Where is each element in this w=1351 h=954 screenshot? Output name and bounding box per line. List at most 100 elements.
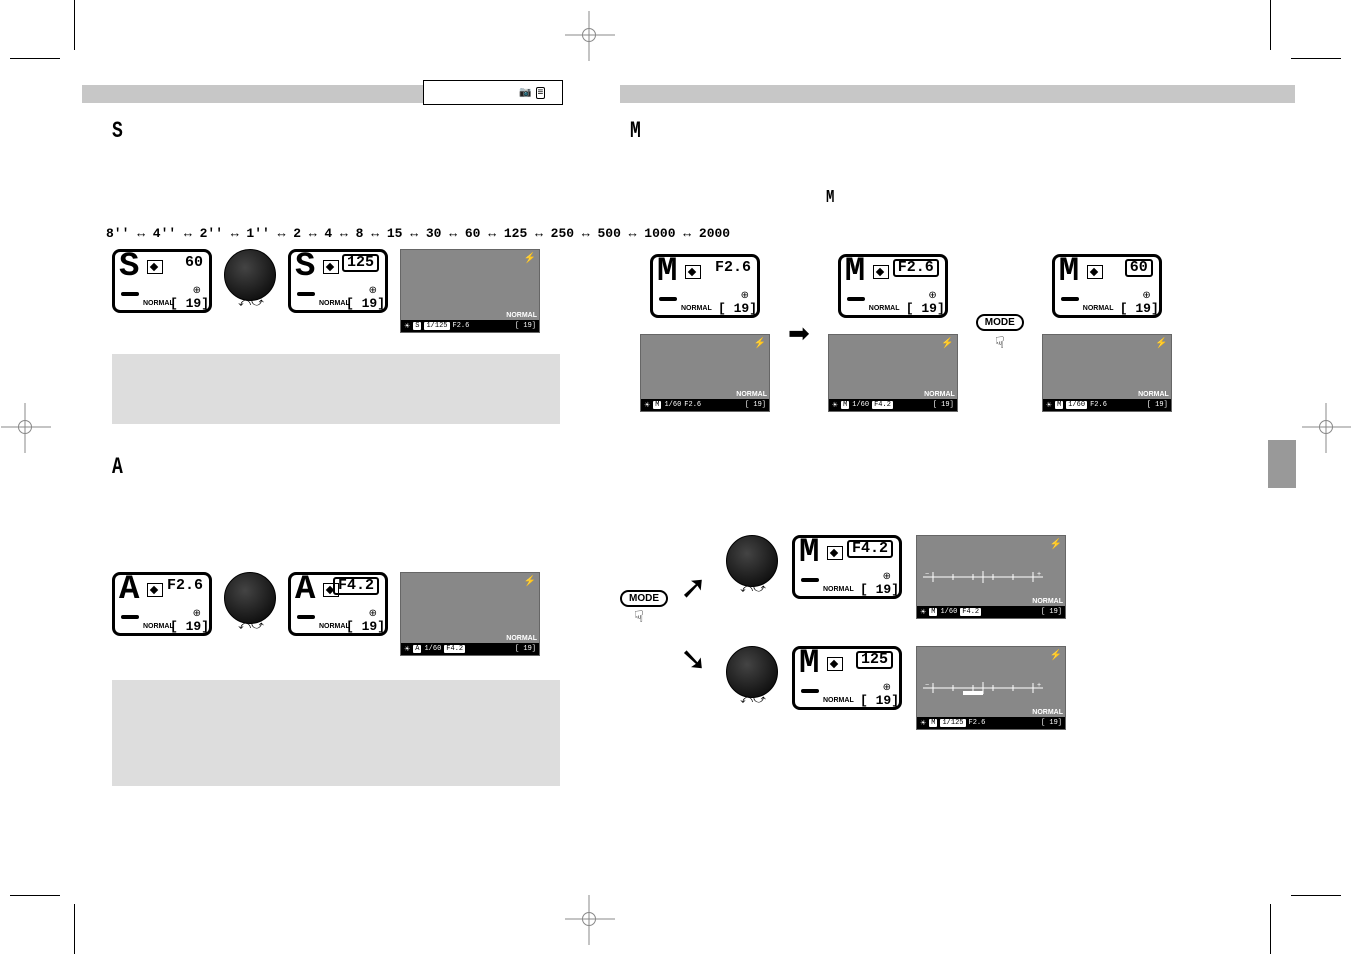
norm-label: NORMAL bbox=[506, 312, 537, 319]
af-icon bbox=[147, 260, 163, 274]
svg-text:+: + bbox=[1037, 571, 1041, 578]
m-letter: M bbox=[630, 119, 641, 145]
a-note bbox=[112, 680, 560, 786]
m-letter-inline: M bbox=[826, 190, 834, 206]
m-lcd-60: M 60 ⊕ NORMAL [ 19] bbox=[1052, 254, 1162, 318]
command-dial[interactable]: ⤺⤻ bbox=[224, 572, 276, 624]
lcd-mode: M bbox=[799, 534, 819, 572]
battery-icon bbox=[121, 292, 139, 296]
command-dial[interactable]: ⤺⤻ bbox=[726, 646, 778, 698]
lcd-count: [ 19] bbox=[718, 301, 757, 316]
selftimer-icon: ⊕ bbox=[193, 608, 201, 619]
mode-button[interactable]: MODE bbox=[976, 314, 1024, 331]
battery-icon bbox=[801, 578, 819, 582]
dial-col: ⤺⤻ bbox=[224, 572, 276, 624]
a-desc: In aperture-priority auto... bbox=[112, 482, 552, 562]
command-dial[interactable]: ⤺⤻ bbox=[726, 535, 778, 587]
flash-icon: ⚡ bbox=[941, 338, 953, 349]
lcd-count: [ 19] bbox=[860, 582, 899, 597]
s-monitor: ⚡ NORMAL ☀ S 1/125 F2.6 [ 19] bbox=[400, 249, 540, 333]
m-lcd-f26b: M F2.6 ⊕ NORMAL [ 19] bbox=[838, 254, 948, 318]
m-col-3: M 60 ⊕ NORMAL [ 19] ⚡ NORMAL ☀M 1/60F2.6… bbox=[1042, 254, 1172, 412]
svg-text:−: − bbox=[925, 571, 929, 578]
flash-icon: ⚡ bbox=[754, 338, 766, 349]
flash-icon: ⚡ bbox=[1155, 338, 1167, 349]
lcd-count: [ 19] bbox=[860, 693, 899, 708]
ev-scale: −+ bbox=[923, 680, 1043, 696]
norm-label: NORMAL bbox=[1032, 709, 1063, 716]
lcd-top: F4.2 bbox=[333, 577, 379, 595]
mode-stack: MODE ☟ bbox=[620, 590, 668, 627]
arrow-right-icon: ➡ bbox=[788, 318, 810, 349]
s-desc: In shutter-priority auto, you control sh… bbox=[112, 145, 552, 215]
svg-text:+: + bbox=[1037, 682, 1041, 689]
lcd-count: [ 19] bbox=[346, 296, 385, 311]
a-monitor: ⚡ NORMAL ☀ A 1/60 F4.2 [ 19] bbox=[400, 572, 540, 656]
s-lcd-2: S 125 ⊕ NORMAL [ 19] bbox=[288, 249, 388, 313]
lcd-normal: NORMAL bbox=[681, 305, 712, 312]
command-dial[interactable]: ⤺⤻ bbox=[224, 249, 276, 301]
s-letter: S bbox=[112, 119, 123, 145]
lcd-top: 60 bbox=[1125, 259, 1153, 277]
monitor-footer: ☀ A 1/60 F4.2 [ 19] bbox=[401, 643, 539, 655]
m-monitor-1: ⚡ NORMAL ☀M 1/60F2.6 [ 19] bbox=[640, 334, 770, 412]
lcd-top: F2.6 bbox=[715, 259, 751, 276]
selftimer-icon: ⊕ bbox=[741, 290, 749, 301]
lcd-mode: M bbox=[1059, 253, 1079, 291]
s-row: S 60 ⊕ NORMAL [ 19] ⤺⤻ S 125 ⊕ NORMAL [ … bbox=[112, 249, 540, 333]
battery-icon bbox=[1061, 297, 1079, 301]
battery-icon bbox=[297, 615, 315, 619]
lcd-mode: M bbox=[845, 253, 865, 291]
selftimer-icon: ⊕ bbox=[928, 290, 936, 301]
lcd-top: F2.6 bbox=[167, 577, 203, 594]
flash-icon: ⚡ bbox=[1050, 539, 1062, 550]
dial-col: ⤺⤻ bbox=[224, 249, 276, 301]
norm-label: NORMAL bbox=[1138, 391, 1169, 398]
battery-icon bbox=[121, 615, 139, 619]
arrow-upright-icon: ➚ bbox=[680, 568, 707, 606]
side-tab bbox=[1268, 440, 1296, 488]
monitor-footer: ☀M 1/60F4.2 [ 19] bbox=[917, 606, 1065, 618]
battery-icon bbox=[847, 297, 865, 301]
selftimer-icon: ⊕ bbox=[883, 682, 891, 693]
lcd-top: 125 bbox=[856, 651, 893, 669]
af-icon bbox=[827, 546, 843, 560]
a-letter: A bbox=[112, 455, 123, 481]
a-lcd-2: A F4.2 ⊕ NORMAL [ 19] bbox=[288, 572, 388, 636]
lcd-normal: NORMAL bbox=[869, 305, 900, 312]
lcd-mode: A bbox=[295, 571, 315, 609]
section-a-title: A Aperture-Priority Auto bbox=[112, 458, 252, 478]
m-branch-down: ⤺⤻ M 125 ⊕ NORMAL [ 19] ⚡ −+ bbox=[726, 646, 1066, 730]
flash-icon: ⚡ bbox=[1050, 650, 1062, 661]
selftimer-icon: ⊕ bbox=[369, 285, 377, 296]
mode-button[interactable]: MODE bbox=[620, 590, 668, 607]
selftimer-icon: ⊕ bbox=[369, 608, 377, 619]
af-icon bbox=[147, 583, 163, 597]
section-s-title: S Shutter-Priority Auto bbox=[112, 122, 244, 142]
lcd-count: [ 19] bbox=[346, 619, 385, 634]
m-monitor-2: ⚡ NORMAL ☀M 1/60F4.2 [ 19] bbox=[828, 334, 958, 412]
norm-label: NORMAL bbox=[506, 635, 537, 642]
monitor-footer: ☀ S 1/125 F2.6 [ 19] bbox=[401, 320, 539, 332]
svg-text:−: − bbox=[925, 682, 929, 689]
hand-icon: ☟ bbox=[995, 333, 1005, 353]
monitor-footer: ☀M 1/60F2.6 [ 19] bbox=[641, 399, 769, 411]
section-m-title: M Manual bbox=[630, 122, 686, 142]
ev-scale: −+ bbox=[923, 569, 1043, 585]
lcd-normal: NORMAL bbox=[1083, 305, 1114, 312]
selftimer-icon: ⊕ bbox=[883, 571, 891, 582]
lcd-mode: S bbox=[295, 248, 315, 286]
menu-icon: ≡ bbox=[536, 87, 546, 99]
af-icon bbox=[323, 260, 339, 274]
lcd-count: [ 19] bbox=[906, 301, 945, 316]
m-top-row: M F2.6 ⊕ NORMAL [ 19] ⚡ NORMAL ☀M 1/60F2… bbox=[640, 254, 1172, 412]
shutter-scale: 8'' ↔ 4'' ↔ 2'' ↔ 1'' ↔ 2 ↔ 4 ↔ 8 ↔ 15 ↔… bbox=[106, 226, 730, 241]
flash-icon: ⚡ bbox=[524, 576, 536, 587]
hand-icon: ☟ bbox=[634, 607, 644, 627]
page-spread: Exposure Mode 📷 ≡ S Shutter-Priority Aut… bbox=[0, 0, 1351, 954]
camera-icon: 📷 bbox=[519, 87, 531, 98]
arrow-downright-icon: ➘ bbox=[680, 640, 707, 678]
selftimer-icon: ⊕ bbox=[193, 285, 201, 296]
lcd-top: 60 bbox=[185, 254, 203, 271]
lcd-top: F2.6 bbox=[893, 259, 939, 277]
